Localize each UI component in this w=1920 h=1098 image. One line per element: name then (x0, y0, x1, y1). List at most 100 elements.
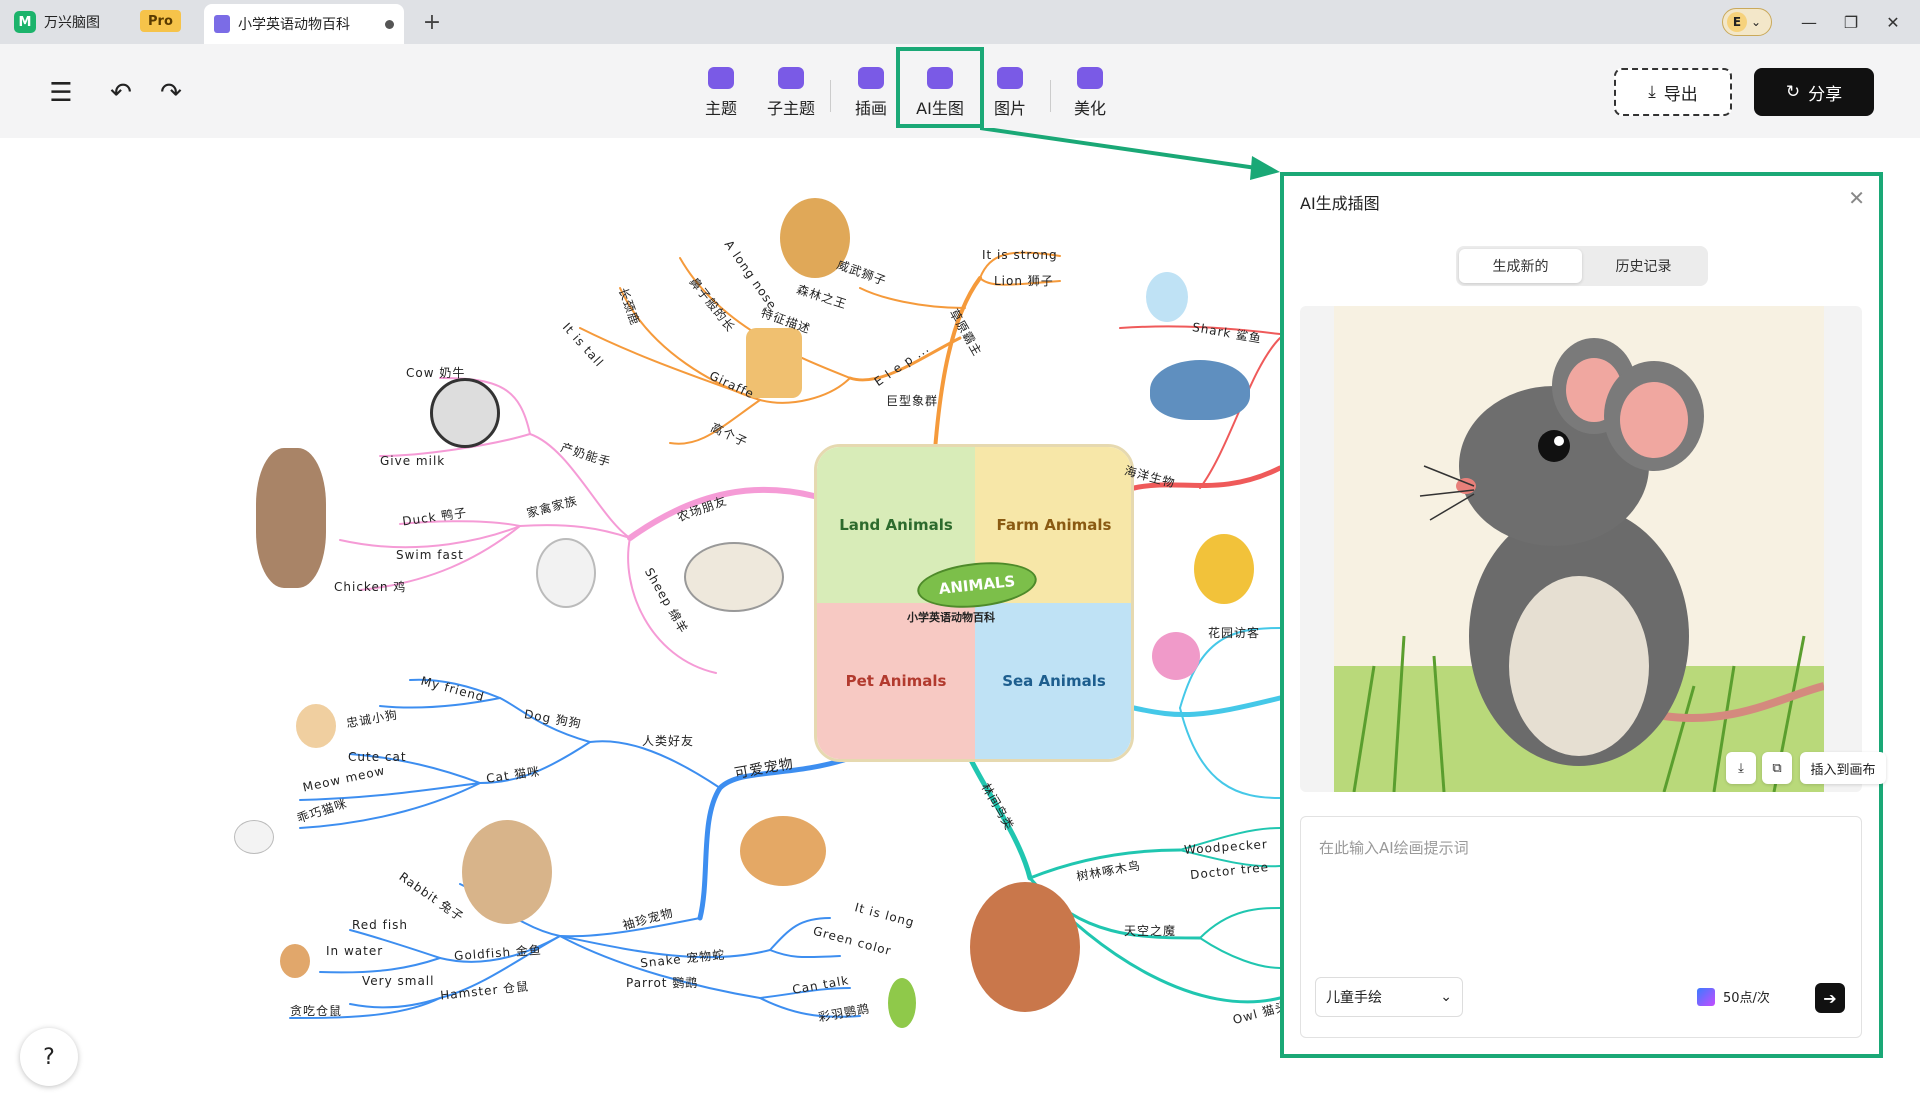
new-tab-button[interactable]: + (418, 8, 446, 36)
jellyfish-illustration[interactable] (1146, 272, 1188, 322)
rabbit-illustration[interactable] (462, 820, 552, 924)
topic-icon (708, 67, 734, 89)
unsaved-dot-icon[interactable] (385, 19, 394, 29)
toolbar-divider (830, 80, 831, 112)
style-select[interactable]: 儿童手绘 ⌄ (1315, 977, 1463, 1017)
callout-arrow (980, 128, 1280, 180)
ai-image-panel: AI生成插图 ✕ 生成新的 历史记录 ⤓ ⧉ 插入到画布 在此输入AI绘画提示词… (1280, 172, 1886, 1058)
hamster-illustration[interactable] (280, 944, 310, 978)
branch-label[interactable]: It is strong (982, 248, 1058, 262)
beautify-tool-button[interactable]: 美化 (1055, 58, 1125, 128)
send-button[interactable]: ➔ (1815, 983, 1845, 1013)
close-window-button[interactable]: ✕ (1878, 8, 1908, 36)
whale-illustration[interactable] (1150, 360, 1250, 420)
share-button[interactable]: ↻ 分享 (1754, 68, 1874, 116)
app-tab[interactable]: M 万兴脑图 (14, 8, 100, 36)
robin-illustration[interactable] (970, 882, 1080, 1012)
parrot-illustration[interactable] (888, 978, 916, 1028)
duck-illustration[interactable] (256, 448, 326, 588)
illustration-icon (858, 67, 884, 89)
user-avatar[interactable]: E ⌄ (1722, 8, 1772, 36)
branch-label[interactable]: 贪吃仓鼠 (290, 1002, 342, 1019)
center-topic-node[interactable]: Land Animals Farm Animals Pet Animals Se… (814, 444, 1134, 762)
chicken-illustration[interactable] (536, 538, 596, 608)
document-icon (214, 15, 230, 33)
branch-label[interactable]: 天空之魔 (1124, 922, 1176, 939)
app-logo-icon: M (14, 11, 36, 33)
flower-illustration[interactable] (1152, 632, 1200, 680)
avatar-initial: E (1727, 12, 1747, 32)
prompt-input-area[interactable]: 在此输入AI绘画提示词 儿童手绘 ⌄ 50点/次 ➔ (1300, 816, 1862, 1038)
branch-label[interactable]: 花园访客 (1208, 624, 1260, 641)
sheep-illustration[interactable] (684, 542, 784, 612)
download-icon[interactable]: ⤓ (1726, 752, 1756, 784)
beautify-icon (1077, 67, 1103, 89)
chevron-down-icon: ⌄ (1440, 989, 1452, 1005)
dog-sticker-illustration[interactable] (296, 704, 336, 748)
topic-tool-label: 主题 (704, 99, 737, 118)
undo-icon[interactable]: ↶ (104, 76, 138, 110)
menu-icon[interactable]: ☰ (44, 76, 78, 110)
subtopic-icon (778, 67, 804, 89)
prompt-placeholder[interactable]: 在此输入AI绘画提示词 (1319, 837, 1469, 858)
generated-image-area: ⤓ ⧉ 插入到画布 (1300, 306, 1886, 792)
subtopic-tool-button[interactable]: 子主题 (756, 58, 826, 128)
branch-label[interactable]: Very small (362, 974, 434, 988)
app-name: 万兴脑图 (44, 15, 100, 31)
points-icon (1697, 987, 1715, 1006)
branch-label[interactable]: Chicken 鸡 (334, 578, 406, 595)
help-button[interactable]: ? (20, 1028, 78, 1086)
branch-label[interactable]: Parrot 鹦鹉 (626, 974, 698, 991)
beautify-tool-label: 美化 (1073, 99, 1106, 118)
cat-sticker-illustration[interactable] (234, 820, 274, 854)
chevron-down-icon: ⌄ (1751, 15, 1762, 29)
share-label: 分享 (1808, 84, 1843, 105)
export-button[interactable]: ⤓ 导出 (1614, 68, 1732, 116)
sea-animals-quadrant: Sea Animals (975, 603, 1131, 759)
toolbar-divider (1050, 80, 1051, 112)
share-icon: ↻ (1785, 82, 1801, 102)
document-tab[interactable]: 小学英语动物百科 (204, 4, 404, 44)
branch-label[interactable]: Give milk (380, 454, 445, 468)
cow-illustration[interactable] (430, 378, 500, 448)
center-subtitle: 小学英语动物百科 (907, 611, 995, 624)
branch-label[interactable]: Red fish (352, 918, 408, 932)
close-icon[interactable]: ✕ (1848, 186, 1865, 210)
copy-icon[interactable]: ⧉ (1762, 752, 1792, 784)
panel-tabs: 生成新的 历史记录 (1456, 246, 1708, 286)
insert-to-canvas-button[interactable]: 插入到画布 (1800, 752, 1886, 784)
tab-history[interactable]: 历史记录 (1582, 249, 1705, 283)
download-icon: ⤓ (1648, 82, 1656, 102)
bee-illustration[interactable] (1194, 534, 1254, 604)
subtopic-tool-label: 子主题 (766, 99, 815, 118)
pro-badge[interactable]: Pro (140, 10, 181, 32)
export-label: 导出 (1663, 84, 1698, 105)
branch-label[interactable]: 人类好友 (642, 732, 694, 749)
illustration-tool-label: 插画 (854, 99, 887, 118)
title-bar: M 万兴脑图 Pro 小学英语动物百科 + E ⌄ — ❐ ✕ (0, 0, 1920, 44)
tab-generate-new[interactable]: 生成新的 (1459, 249, 1582, 283)
branch-label[interactable]: Cute cat (348, 750, 407, 764)
pet-animals-quadrant: Pet Animals (817, 603, 975, 759)
cost-indicator: 50点/次 (1697, 987, 1770, 1006)
minimize-button[interactable]: — (1794, 8, 1824, 36)
restore-button[interactable]: ❐ (1836, 8, 1866, 36)
branch-label[interactable]: In water (326, 944, 383, 958)
branch-label[interactable]: Lion 狮子 (994, 272, 1054, 289)
panel-title: AI生成插图 (1300, 194, 1380, 213)
cost-label: 50点/次 (1723, 991, 1770, 1006)
branch-label[interactable]: Cow 奶牛 (406, 364, 465, 381)
image-icon (997, 67, 1023, 89)
topic-tool-button[interactable]: 主题 (686, 58, 756, 128)
puppy-kitten-illustration[interactable] (740, 816, 826, 886)
mouse-illustration (1334, 338, 1824, 792)
branch-label[interactable]: Swim fast (396, 548, 464, 562)
ai-image-highlight (896, 47, 984, 128)
branch-label[interactable]: 巨型象群 (886, 392, 938, 409)
generated-mouse-image[interactable] (1334, 306, 1824, 792)
image-tool-label: 图片 (993, 99, 1026, 118)
style-select-value: 儿童手绘 (1326, 990, 1382, 1006)
document-tab-title: 小学英语动物百科 (238, 17, 350, 33)
redo-icon[interactable]: ↷ (154, 76, 188, 110)
image-tool-button[interactable]: 图片 (975, 58, 1045, 128)
